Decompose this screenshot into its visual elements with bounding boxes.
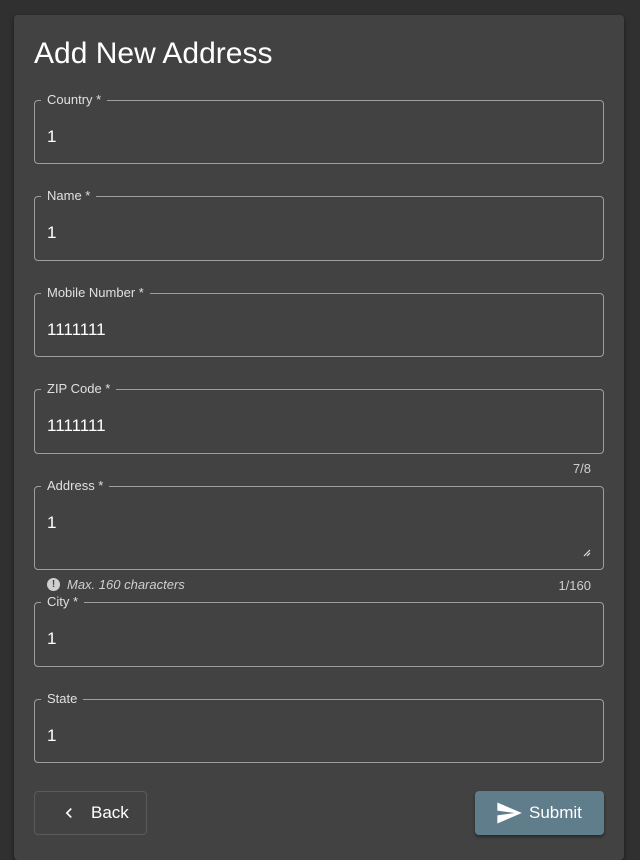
zip-code-label: ZIP Code * xyxy=(41,381,117,397)
mobile-number-input-outline[interactable] xyxy=(34,293,604,357)
send-icon xyxy=(497,802,522,824)
address-hint: ! Max. 160 characters xyxy=(47,577,185,592)
name-input-outline[interactable] xyxy=(34,196,604,261)
city-value[interactable]: 1 xyxy=(47,629,56,649)
address-textarea-outline[interactable] xyxy=(34,486,604,570)
address-form-card: Add New Address Country * 1 Name * 1 Mob… xyxy=(14,15,624,860)
state-input-outline[interactable] xyxy=(34,699,604,763)
page-title: Add New Address xyxy=(34,37,273,70)
city-label: City * xyxy=(41,594,85,610)
state-value[interactable]: 1 xyxy=(47,726,56,746)
state-label: State xyxy=(41,691,84,707)
country-input-outline[interactable] xyxy=(34,100,604,164)
country-label: Country * xyxy=(41,92,108,108)
back-button-label: Back xyxy=(91,803,129,822)
exclamation-circle-icon: ! xyxy=(47,578,60,591)
resize-handle-icon[interactable] xyxy=(583,549,591,557)
zip-code-value[interactable]: 1111111 xyxy=(47,416,106,436)
name-value[interactable]: 1 xyxy=(47,223,56,243)
country-value[interactable]: 1 xyxy=(47,127,56,147)
name-label: Name * xyxy=(41,188,97,204)
address-label: Address * xyxy=(41,478,110,494)
submit-button-label: Submit xyxy=(529,803,582,822)
address-value[interactable]: 1 xyxy=(47,513,56,533)
address-hint-text: Max. 160 characters xyxy=(67,577,185,592)
city-input-outline[interactable] xyxy=(34,602,604,667)
zip-code-input-outline[interactable] xyxy=(34,389,604,454)
mobile-number-value[interactable]: 1111111 xyxy=(47,320,106,340)
submit-button[interactable]: Submit xyxy=(475,791,604,835)
address-counter: 1/160 xyxy=(558,578,591,593)
chevron-left-icon xyxy=(65,808,72,818)
zip-code-counter: 7/8 xyxy=(572,461,591,476)
back-button[interactable]: Back xyxy=(34,791,147,835)
mobile-number-label: Mobile Number * xyxy=(41,285,150,301)
